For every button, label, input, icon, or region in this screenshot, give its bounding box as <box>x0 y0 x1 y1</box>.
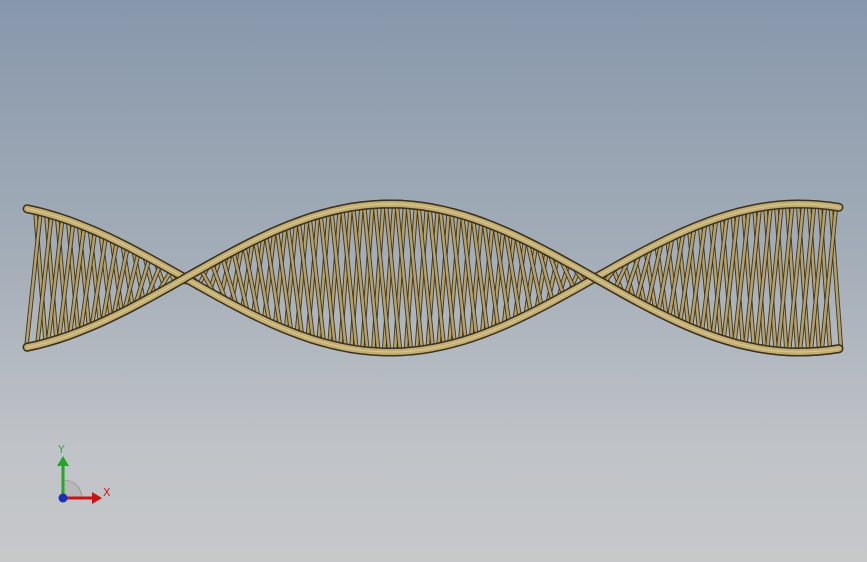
triad-plane-icon <box>63 479 83 499</box>
y-axis-label: Y <box>58 443 65 456</box>
z-axis-icon <box>58 493 68 503</box>
x-axis-arrowhead-icon <box>92 492 102 504</box>
y-axis-arrowhead-icon <box>57 456 69 466</box>
graphics-viewport[interactable]: Y X <box>0 0 867 562</box>
twisted-ring-model[interactable] <box>0 0 867 562</box>
reference-triad: Y X <box>40 436 120 516</box>
x-axis-label: X <box>103 486 111 499</box>
